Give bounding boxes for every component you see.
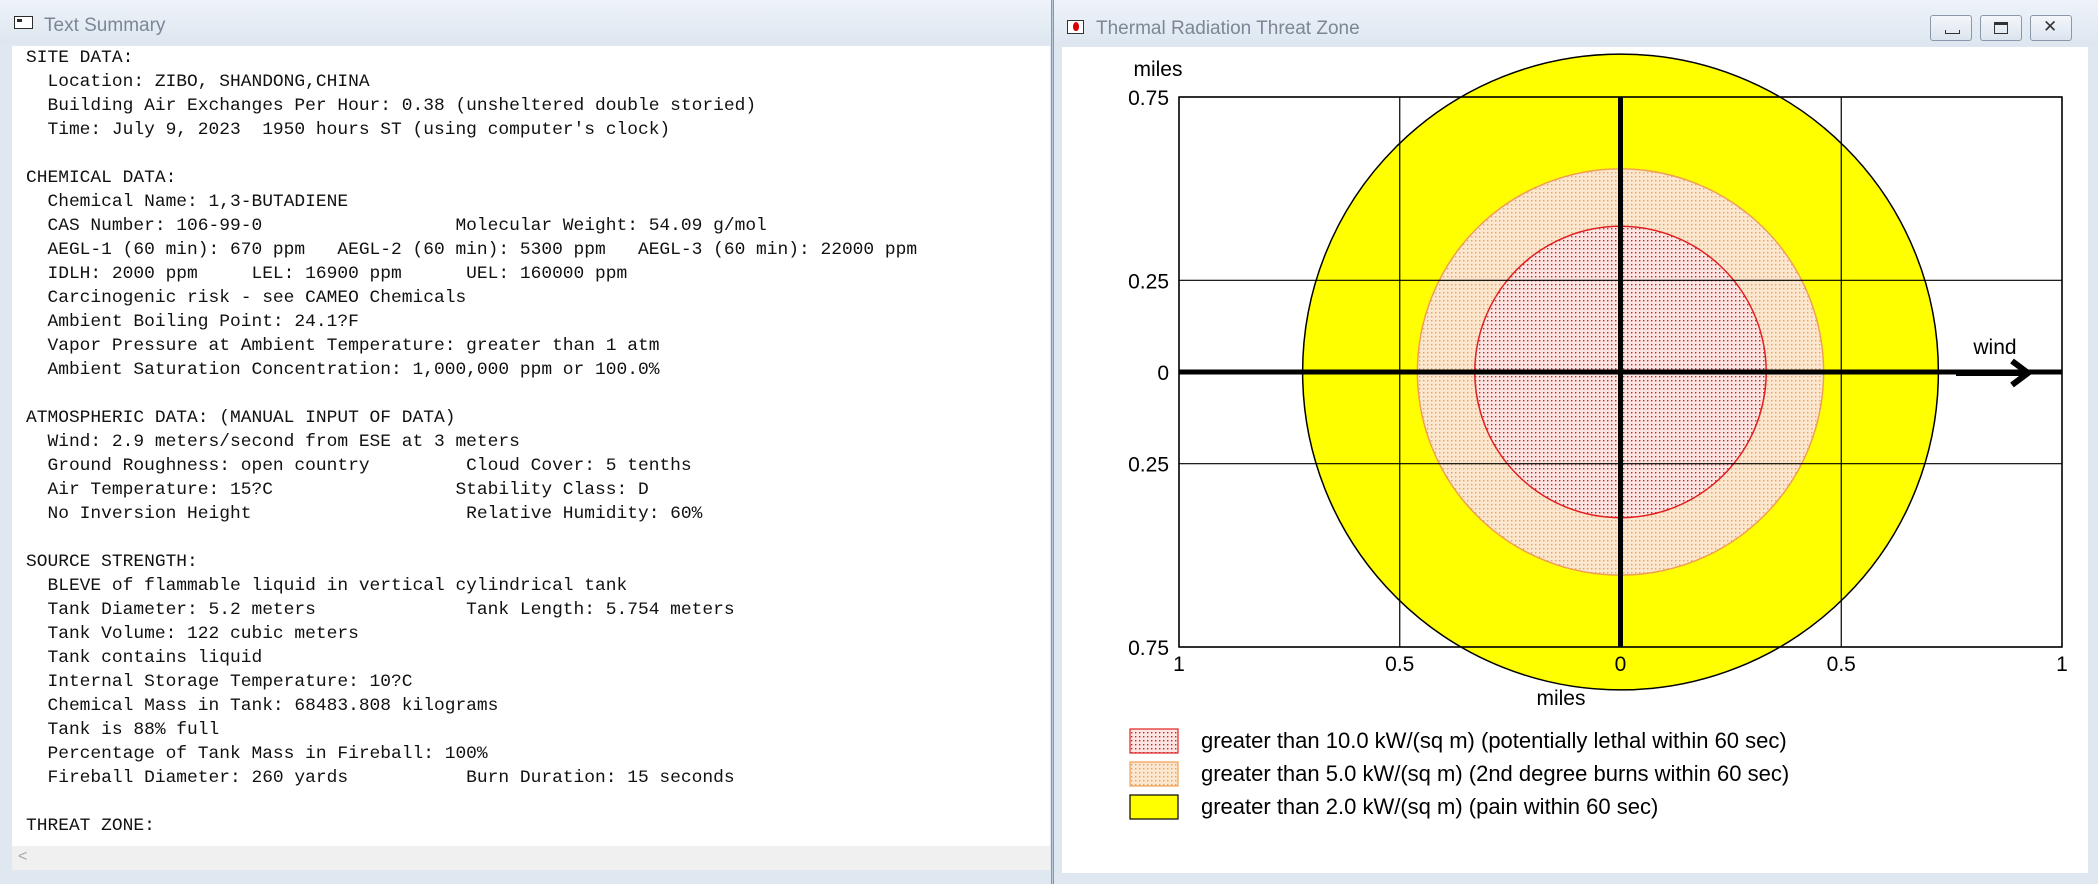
summary-text-area[interactable]: SITE DATA: Location: ZIBO, SHANDONG,CHIN… bbox=[12, 46, 1050, 846]
horizontal-scrollbar[interactable]: < bbox=[12, 846, 1050, 870]
y-tick-label: 0.25 bbox=[1128, 270, 1169, 293]
close-button[interactable] bbox=[2030, 15, 2072, 41]
minimize-button[interactable] bbox=[1930, 15, 1972, 41]
x-tick-label: 1 bbox=[2056, 653, 2068, 676]
legend-label: greater than 10.0 kW/(sq m) (potentially… bbox=[1201, 728, 1787, 753]
text-summary-window: Text Summary SITE DATA: Location: ZIBO, … bbox=[0, 0, 1052, 884]
y-tick-label: 0 bbox=[1157, 362, 1169, 385]
summary-text: SITE DATA: Location: ZIBO, SHANDONG,CHIN… bbox=[26, 48, 918, 836]
threat-zone-plot-area: 1 0.5 0 0.5 1 0.75 0.25 0 0.25 0.75 miles miles w… bbox=[1062, 47, 2088, 873]
threat-zone-titlebar[interactable]: Thermal Radiation Threat Zone bbox=[1054, 0, 2098, 46]
legend-label: greater than 2.0 kW/(sq m) (pain within … bbox=[1201, 794, 1658, 819]
legend-swatch bbox=[1129, 761, 1179, 787]
window-app-icon bbox=[14, 16, 33, 29]
legend-label: greater than 5.0 kW/(sq m) (2nd degree b… bbox=[1201, 761, 1789, 786]
x-axis-label: miles bbox=[1536, 687, 1585, 710]
y-axis-label: miles bbox=[1133, 58, 1182, 81]
x-tick-label: 0.5 bbox=[1385, 653, 1414, 676]
window-title: Text Summary bbox=[44, 15, 166, 36]
text-summary-titlebar[interactable]: Text Summary bbox=[0, 0, 1051, 44]
wind-label: wind bbox=[1972, 336, 2016, 359]
legend-swatch bbox=[1129, 794, 1179, 820]
threat-zone-chart: 1 0.5 0 0.5 10.750.2500.250.75 miles miles w… bbox=[1128, 53, 2068, 820]
x-tick-label: 1 bbox=[1173, 653, 1185, 676]
y-tick-label: 0.25 bbox=[1128, 454, 1169, 477]
fire-icon bbox=[1067, 20, 1084, 34]
y-tick-label: 0.75 bbox=[1128, 87, 1169, 110]
scroll-left-arrow-icon[interactable]: < bbox=[18, 848, 27, 866]
threat-zone-window: Thermal Radiation Threat Zone 10.500.510… bbox=[1053, 0, 2098, 884]
legend-swatch bbox=[1129, 728, 1179, 754]
x-tick-label: 0.5 bbox=[1827, 653, 1856, 676]
maximize-button[interactable] bbox=[1980, 15, 2022, 41]
x-tick-label: 0 bbox=[1615, 653, 1627, 676]
window-title: Thermal Radiation Threat Zone bbox=[1096, 18, 1360, 39]
y-tick-label: 0.75 bbox=[1128, 637, 1169, 660]
